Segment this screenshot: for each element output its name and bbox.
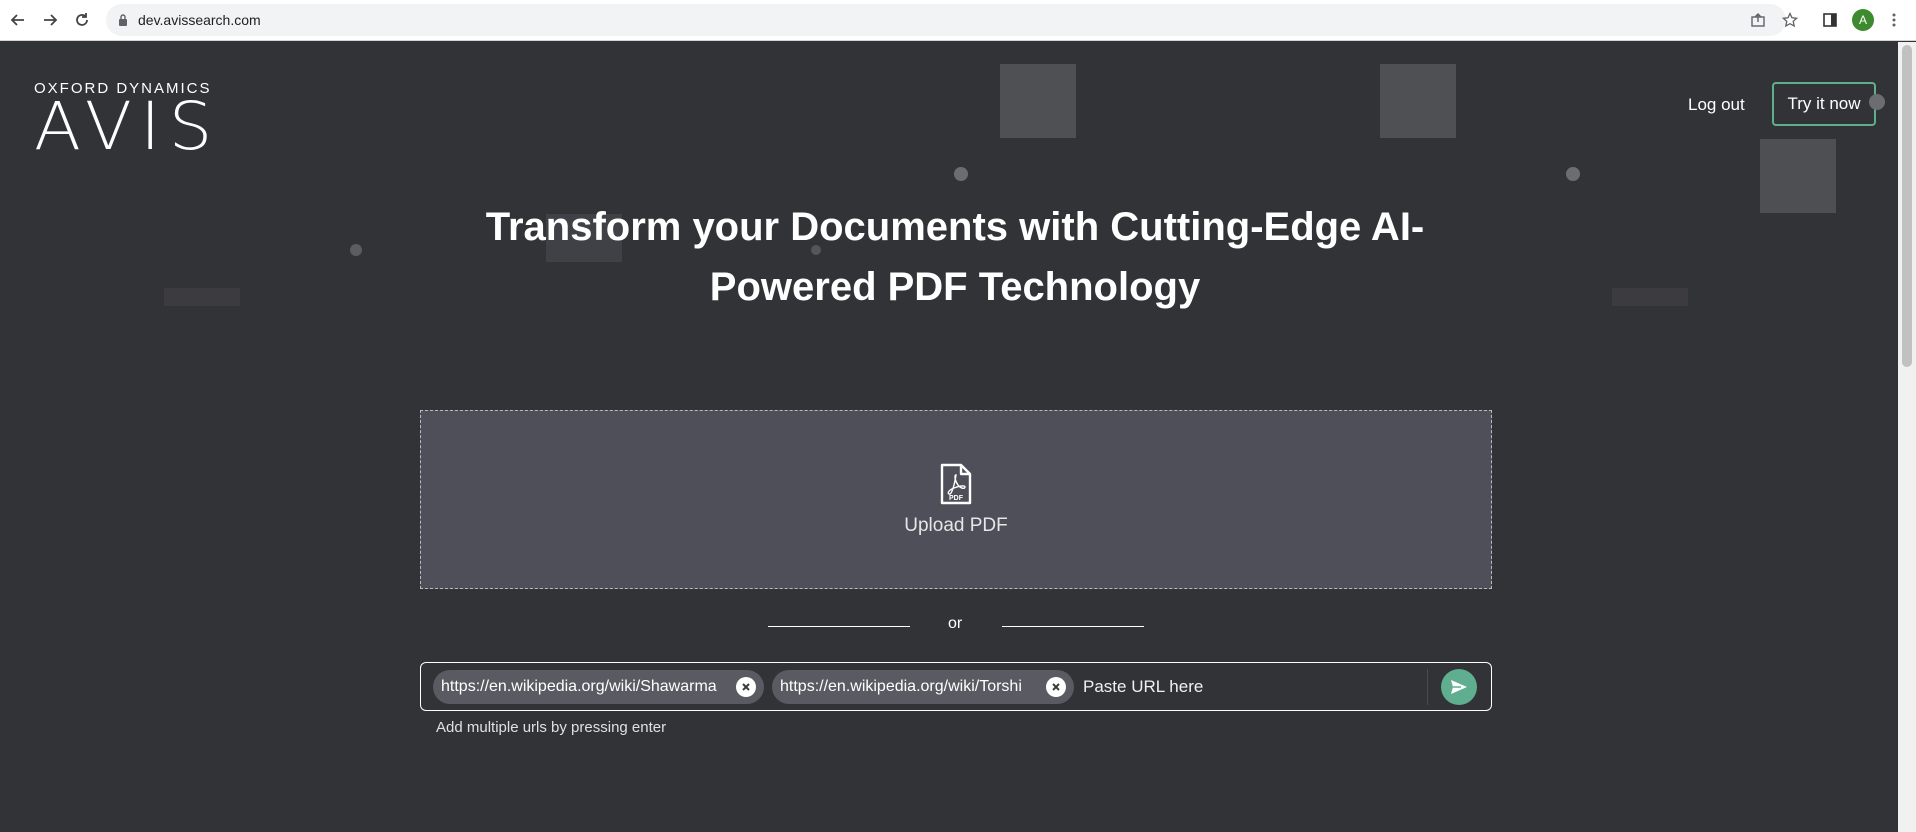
upload-pdf-dropzone[interactable]: PDF Upload PDF <box>420 410 1492 589</box>
url-entry-box[interactable]: https://en.wikipedia.org/wiki/Shawarma h… <box>420 662 1492 711</box>
url-input[interactable] <box>1083 671 1423 703</box>
url-chip-text: https://en.wikipedia.org/wiki/Shawarma <box>441 678 717 695</box>
browser-toolbar: dev.avissearch.com A <box>0 0 1916 41</box>
url-chip-text: https://en.wikipedia.org/wiki/Torshi <box>780 678 1022 695</box>
hero-title-line-1: Transform your Documents with Cutting-Ed… <box>485 205 1425 249</box>
url-text: dev.avissearch.com <box>138 12 261 28</box>
remove-chip-icon[interactable] <box>1046 677 1066 697</box>
share-icon[interactable] <box>1748 10 1768 30</box>
address-bar[interactable]: dev.avissearch.com <box>106 4 1798 36</box>
url-chip: https://en.wikipedia.org/wiki/Torshi <box>772 670 1074 704</box>
forward-icon[interactable] <box>38 8 62 32</box>
product-name: AVIS <box>34 88 221 165</box>
or-text: or <box>948 615 963 632</box>
submit-url-button[interactable] <box>1441 669 1477 705</box>
url-chip: https://en.wikipedia.org/wiki/Shawarma <box>433 670 764 704</box>
divider-line-left <box>768 626 910 627</box>
more-menu-icon[interactable] <box>1882 8 1906 32</box>
send-icon <box>1451 680 1467 694</box>
pdf-icon-text: PDF <box>949 495 964 502</box>
logout-link[interactable]: Log out <box>1688 95 1745 115</box>
pdf-file-icon: PDF <box>940 463 972 504</box>
star-icon[interactable] <box>1780 10 1800 30</box>
hero-title-line-2: Powered PDF Technology <box>709 265 1201 309</box>
input-divider <box>1427 669 1428 705</box>
scrollbar-thumb[interactable] <box>1902 45 1912 367</box>
lock-icon <box>119 14 127 26</box>
try-it-now-button[interactable]: Try it now <box>1772 82 1876 126</box>
hero-title: Transform your Documents with Cutting-Ed… <box>380 197 1530 317</box>
back-icon[interactable] <box>6 8 30 32</box>
page-content: OXFORD DYNAMICS AVIS Log out Try it now … <box>0 42 1898 832</box>
remove-chip-icon[interactable] <box>736 677 756 697</box>
url-hint: Add multiple urls by pressing enter <box>436 719 667 736</box>
side-panel-icon[interactable] <box>1818 8 1842 32</box>
profile-avatar[interactable]: A <box>1852 9 1874 31</box>
decorative-dot <box>1869 94 1885 110</box>
divider-line-right <box>1002 626 1144 627</box>
upload-pdf-label: Upload PDF <box>904 514 1008 536</box>
page-scrollbar[interactable] <box>1898 42 1916 832</box>
brand-logo[interactable]: OXFORD DYNAMICS AVIS <box>34 80 213 160</box>
or-divider: or <box>768 615 1144 639</box>
reload-icon[interactable] <box>70 8 94 32</box>
